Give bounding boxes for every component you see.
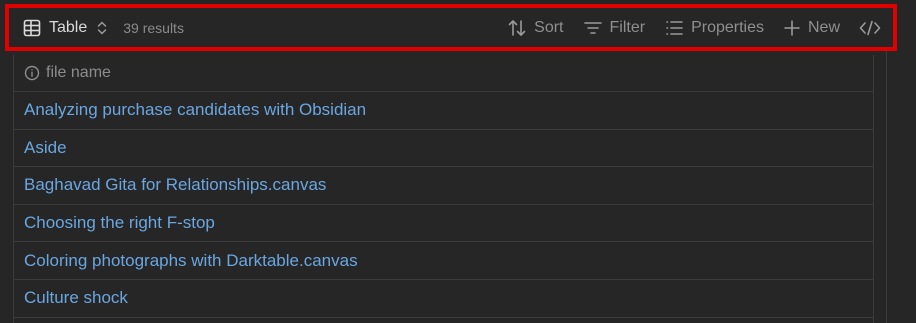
file-link[interactable]: Baghavad Gita for Relationships.canvas (24, 175, 326, 195)
results-table: file name Analyzing purchase candidates … (13, 55, 873, 318)
chevrons-up-down-icon (96, 20, 108, 36)
table-row: Baghavad Gita for Relationships.canvas (13, 167, 873, 205)
bases-view: Table 39 results Sort Filter Properties … (0, 0, 916, 323)
code-icon (859, 19, 881, 37)
filter-button[interactable]: Filter (583, 18, 646, 38)
table-row: Aside (13, 129, 873, 168)
table-icon (23, 19, 41, 37)
bases-toolbar: Table 39 results Sort Filter Properties … (5, 4, 897, 51)
filter-label: Filter (609, 18, 646, 36)
table-row: Culture shock (13, 279, 873, 318)
table-body: Analyzing purchase candidates with Obsid… (13, 92, 873, 318)
file-link[interactable]: Analyzing purchase candidates with Obsid… (24, 100, 366, 120)
table-row: Choosing the right F-stop (13, 204, 873, 243)
sort-button[interactable]: Sort (507, 18, 564, 38)
new-button[interactable]: New (783, 19, 840, 37)
pane-divider (886, 51, 887, 323)
properties-label: Properties (691, 18, 764, 36)
file-link[interactable]: Coloring photographs with Darktable.canv… (24, 251, 358, 271)
toolbar-left: Table 39 results (23, 4, 184, 51)
file-link[interactable]: Choosing the right F-stop (24, 213, 215, 233)
code-button[interactable] (859, 19, 881, 37)
filter-icon (583, 18, 603, 38)
results-count: 39 results (123, 19, 184, 36)
toolbar-right: Sort Filter Properties New (488, 4, 881, 51)
view-switcher[interactable]: Table (23, 19, 108, 37)
info-icon (24, 65, 40, 81)
list-icon (664, 18, 684, 38)
column-header-label: file name (46, 64, 111, 81)
sort-label: Sort (534, 18, 564, 36)
sort-icon (507, 18, 527, 38)
table-row: Analyzing purchase candidates with Obsid… (13, 92, 873, 130)
table-border-right (873, 55, 874, 323)
view-label: Table (49, 18, 88, 36)
file-link[interactable]: Aside (24, 138, 67, 158)
table-row: Coloring photographs with Darktable.canv… (13, 242, 873, 280)
plus-icon (783, 19, 801, 37)
column-header-file-name[interactable]: file name (13, 55, 873, 92)
new-label: New (807, 18, 840, 36)
file-link[interactable]: Culture shock (24, 288, 128, 308)
properties-button[interactable]: Properties (664, 18, 764, 38)
